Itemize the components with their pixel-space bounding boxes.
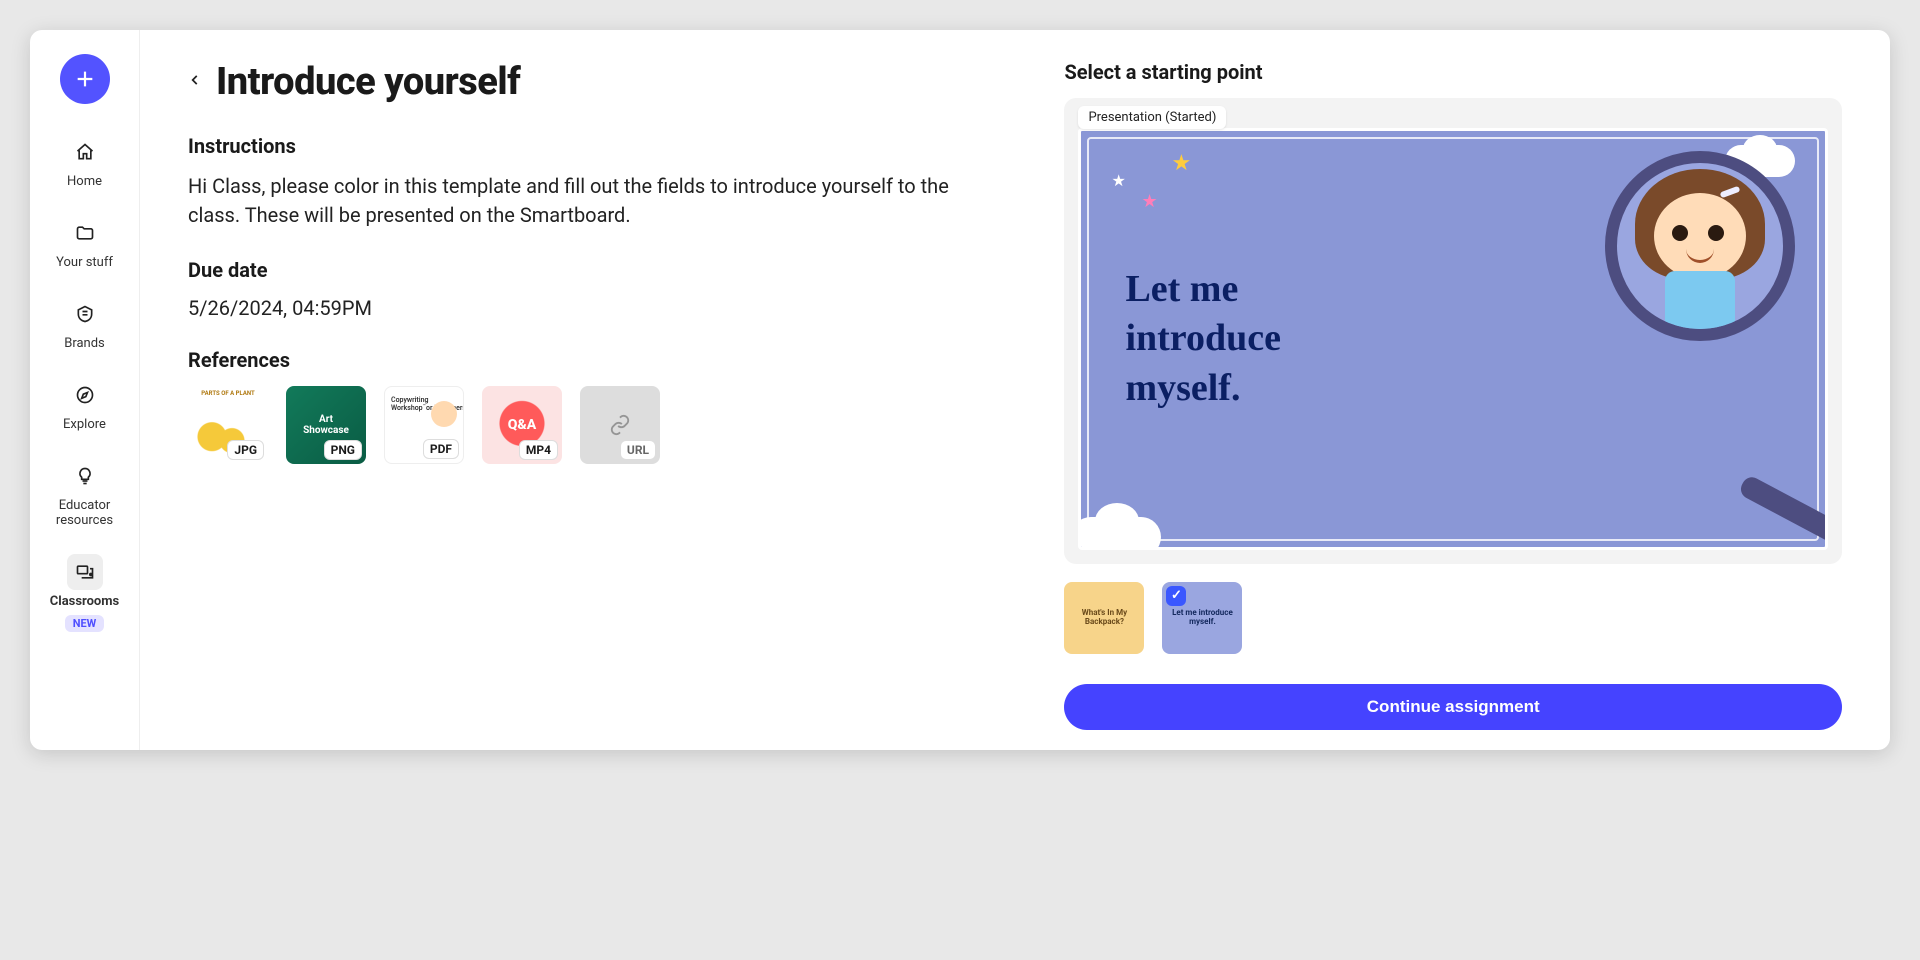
- app-frame: Home Your stuff Brands Explore: [30, 30, 1890, 750]
- sidebar-item-classrooms[interactable]: Classrooms NEW: [39, 550, 131, 636]
- reference-jpg[interactable]: JPG: [188, 386, 268, 464]
- lightbulb-icon: [67, 458, 103, 494]
- magnifying-glass-handle: [1737, 473, 1828, 549]
- instructions-body: Hi Class, please color in this template …: [188, 172, 1004, 230]
- thumbnail-title: Let me introduce myself.: [1162, 609, 1242, 627]
- sidebar-item-label: Educator resources: [39, 498, 131, 528]
- star-icon: ★: [1141, 191, 1157, 212]
- link-icon: [609, 414, 631, 436]
- compass-icon: [67, 377, 103, 413]
- starting-point-column: Select a starting point Presentation (St…: [1064, 60, 1842, 730]
- starting-point-label: Select a starting point: [1064, 60, 1842, 84]
- template-thumbnails: What's In My Backpack? Let me introduce …: [1064, 582, 1842, 654]
- due-date-value: 5/26/2024, 04:59PM: [188, 296, 1004, 320]
- details-column: Introduce yourself Instructions Hi Class…: [188, 60, 1004, 730]
- page-title: Introduce yourself: [216, 60, 520, 104]
- cloud-icon: [1078, 517, 1161, 550]
- main-content: Introduce yourself Instructions Hi Class…: [140, 30, 1890, 750]
- sidebar-item-explore[interactable]: Explore: [39, 373, 131, 436]
- new-badge: NEW: [65, 615, 105, 632]
- star-icon: ★: [1111, 171, 1125, 190]
- magnifying-glass-icon: [1605, 151, 1795, 341]
- brand-icon: [67, 296, 103, 332]
- continue-assignment-button[interactable]: Continue assignment: [1064, 684, 1842, 730]
- template-thumbnail[interactable]: What's In My Backpack?: [1064, 582, 1144, 654]
- star-icon: ★: [1171, 151, 1191, 176]
- create-button[interactable]: [60, 54, 110, 104]
- reference-mp4[interactable]: MP4: [482, 386, 562, 464]
- sidebar-item-label: Your stuff: [56, 255, 113, 270]
- sidebar-item-label: Classrooms: [50, 594, 119, 609]
- reference-png[interactable]: PNG: [286, 386, 366, 464]
- reference-pdf[interactable]: PDF: [384, 386, 464, 464]
- girl-illustration: [1630, 159, 1770, 329]
- folder-icon: [67, 215, 103, 251]
- sidebar-item-brands[interactable]: Brands: [39, 292, 131, 355]
- sidebar-item-label: Brands: [64, 336, 105, 351]
- sidebar-item-label: Home: [67, 174, 102, 189]
- preview-text: Let me introduce myself.: [1081, 265, 1281, 413]
- references-list: JPG PNG PDF MP4 URL: [188, 386, 1004, 464]
- sidebar-item-educator-resources[interactable]: Educator resources: [39, 454, 131, 532]
- starting-point-preview[interactable]: ★ ★ ★ Let me introduce myself.: [1078, 128, 1828, 550]
- sidebar: Home Your stuff Brands Explore: [30, 30, 140, 750]
- header-row: Introduce yourself: [188, 60, 1004, 104]
- references-label: References: [188, 348, 1004, 372]
- sidebar-item-your-stuff[interactable]: Your stuff: [39, 211, 131, 274]
- classroom-icon: [67, 554, 103, 590]
- chevron-left-icon: [188, 69, 202, 91]
- reference-type-badge: JPG: [227, 440, 264, 460]
- reference-type-badge: PDF: [423, 439, 459, 459]
- nav-list: Home Your stuff Brands Explore: [30, 130, 139, 636]
- home-icon: [67, 134, 103, 170]
- reference-type-badge: PNG: [324, 440, 362, 460]
- thumbnail-title: What's In My Backpack?: [1064, 605, 1144, 631]
- status-badge: Presentation (Started): [1078, 106, 1226, 129]
- starting-point-preview-container: Presentation (Started) ★ ★ ★ Let me intr…: [1064, 98, 1842, 564]
- template-thumbnail-selected[interactable]: Let me introduce myself.: [1162, 582, 1242, 654]
- reference-type-badge: MP4: [519, 440, 558, 460]
- reference-url[interactable]: URL: [580, 386, 660, 464]
- due-date-label: Due date: [188, 258, 1004, 282]
- instructions-label: Instructions: [188, 134, 1004, 158]
- back-button[interactable]: [188, 69, 202, 96]
- sidebar-item-home[interactable]: Home: [39, 130, 131, 193]
- plus-icon: [74, 68, 96, 90]
- sidebar-item-label: Explore: [63, 417, 106, 432]
- reference-type-badge: URL: [620, 440, 656, 460]
